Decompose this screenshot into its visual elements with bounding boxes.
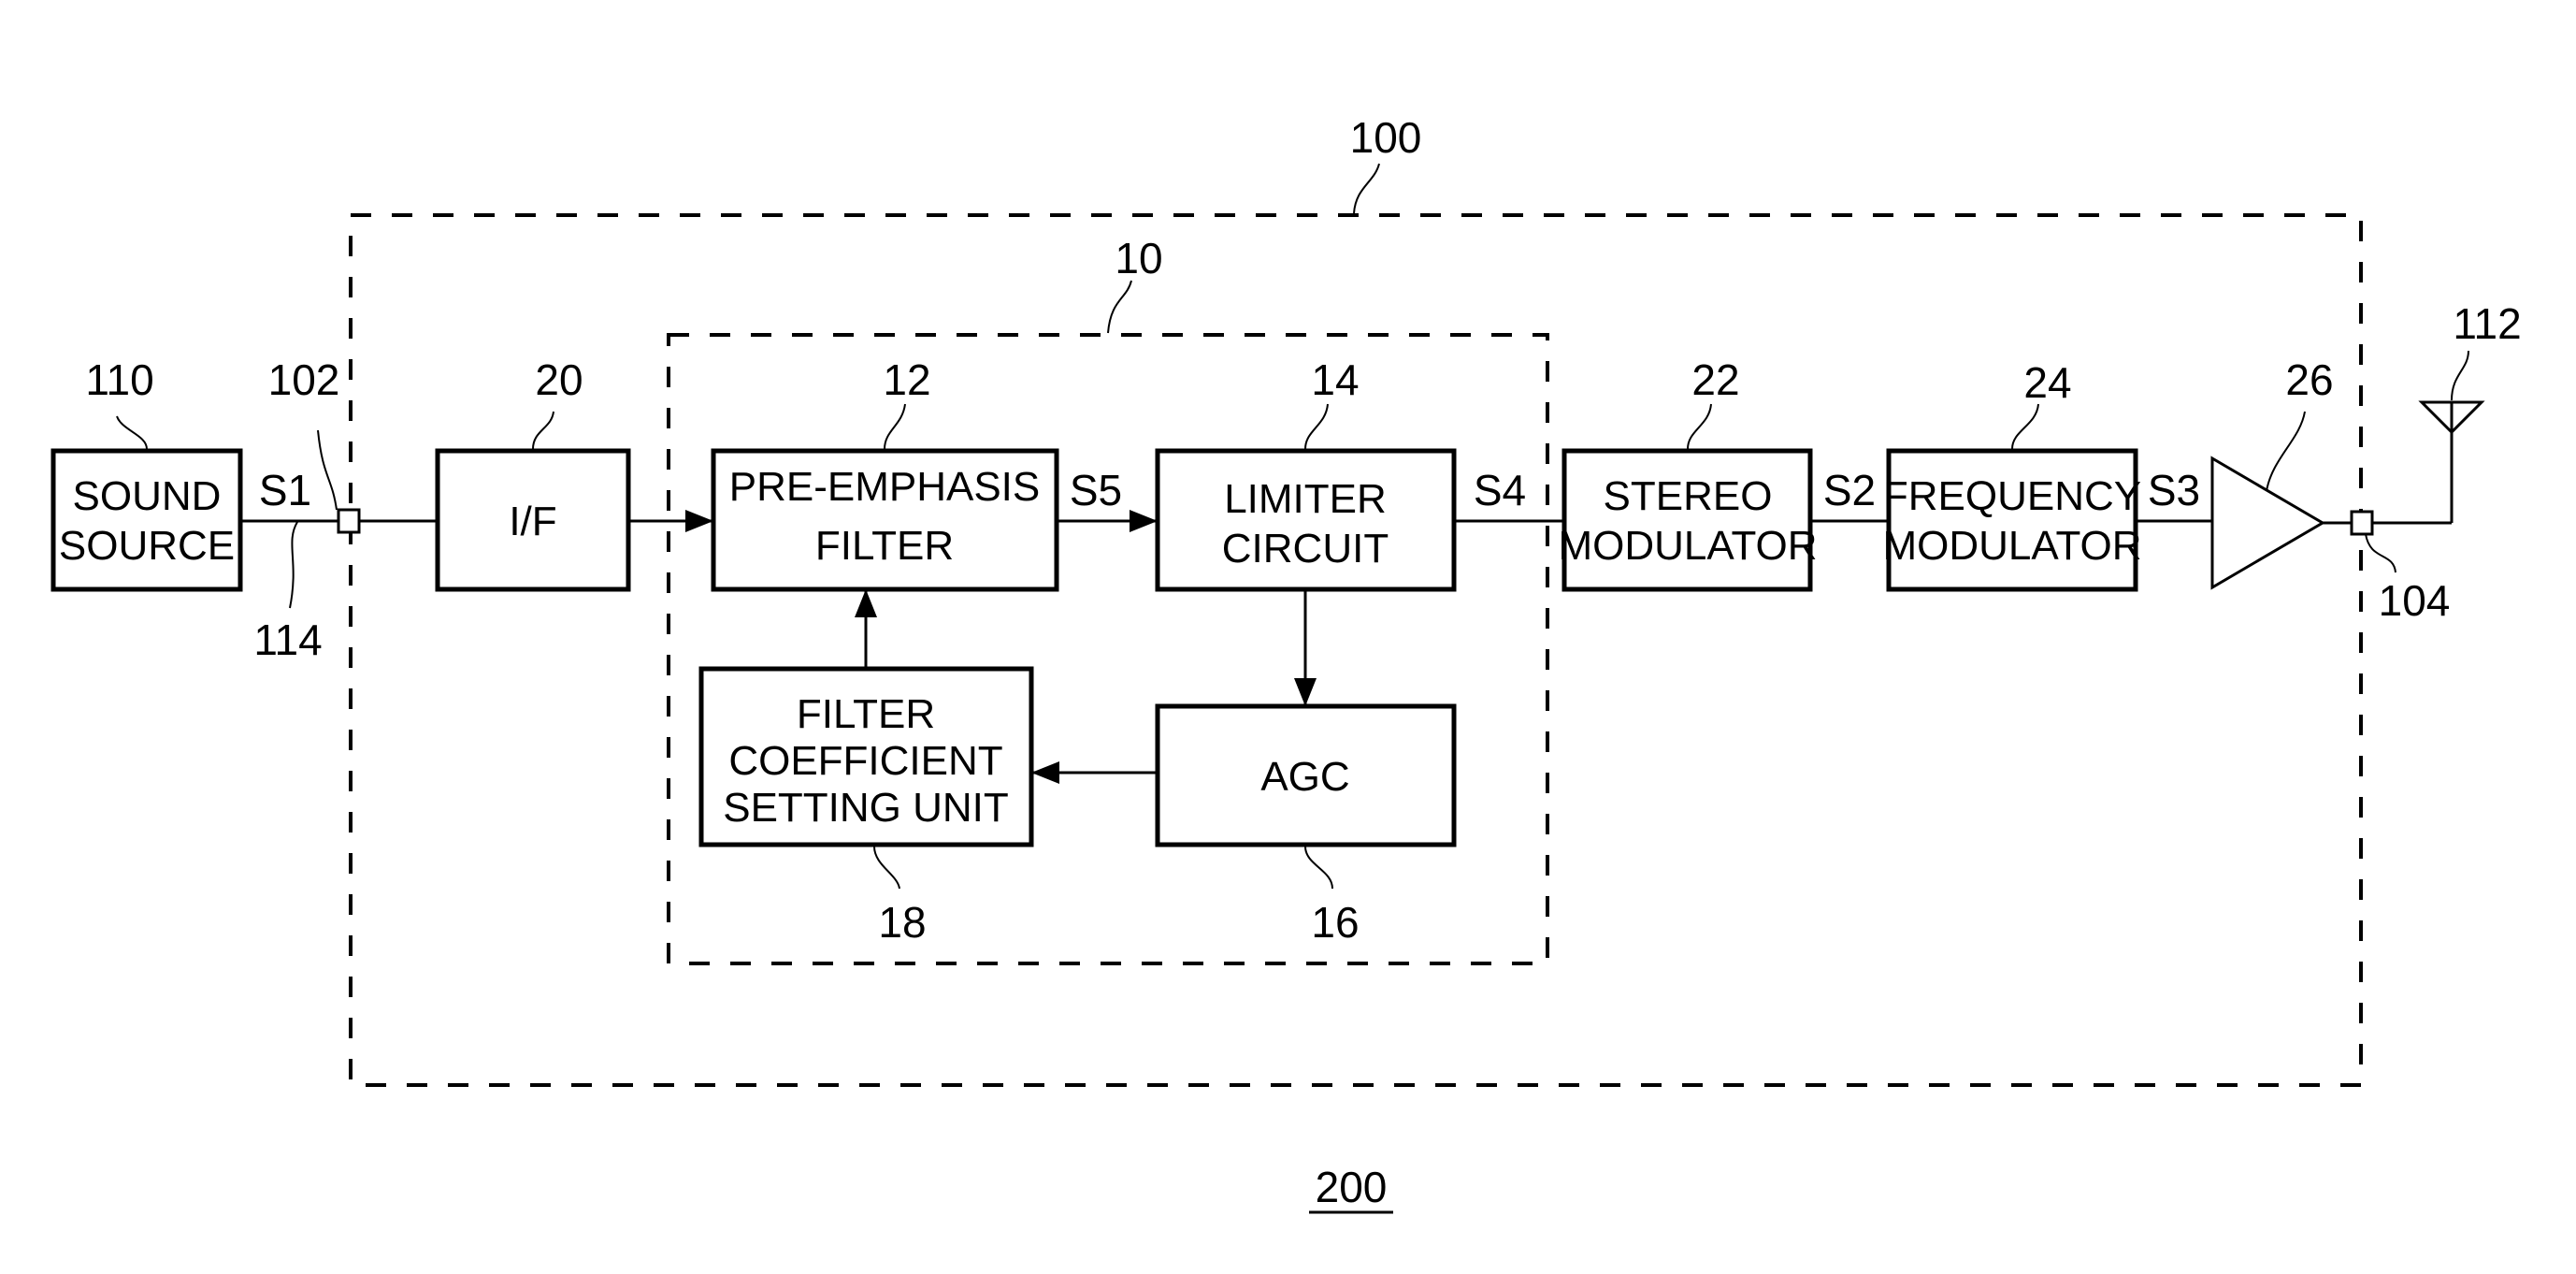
leader-line-22 <box>1687 403 1712 450</box>
signal-label-s1: S1 <box>259 466 311 514</box>
signal-label-s4: S4 <box>1474 466 1526 514</box>
filter-coeff-line-1: FILTER <box>797 691 935 737</box>
stereo-modulator-block: STEREO MODULATOR <box>1558 448 1818 592</box>
leader-line-26 <box>2266 411 2306 492</box>
leader-line-16 <box>1304 846 1333 890</box>
signal-label-s3: S3 <box>2148 466 2200 514</box>
limiter-line-2: CIRCUIT <box>1222 526 1389 572</box>
leader-line-24 <box>2011 403 2039 450</box>
filter-coefficient-setting-unit-block: FILTER COEFFICIENT SETTING UNIT <box>698 666 1034 847</box>
interface-label: I/F <box>509 499 556 544</box>
leader-line-102 <box>317 429 338 511</box>
antenna-icon <box>2418 400 2485 435</box>
leader-line-112 <box>2451 350 2469 401</box>
output-terminal <box>2350 510 2374 536</box>
ref-label-114: 114 <box>253 615 322 664</box>
ref-label-16: 16 <box>1311 898 1359 947</box>
sound-source-line-1: SOUND <box>73 473 222 519</box>
limiter-line-1: LIMITER <box>1224 476 1387 522</box>
frequency-modulator-block: FREQUENCY MODULATOR <box>1882 448 2142 592</box>
frequency-modulator-line-2: MODULATOR <box>1882 523 2141 569</box>
figure-label: 200 <box>1316 1163 1388 1211</box>
ref-label-24: 24 <box>2023 358 2071 407</box>
limiter-group-boundary <box>667 333 1549 965</box>
ref-label-110: 110 <box>85 355 153 404</box>
input-terminal <box>337 508 361 534</box>
sound-source-line-2: SOURCE <box>59 523 235 569</box>
interface-block: I/F <box>435 448 631 592</box>
limiter-circuit-block: LIMITER CIRCUIT <box>1155 448 1457 592</box>
leader-line-10 <box>1107 280 1132 334</box>
leader-line-114 <box>289 521 298 609</box>
ref-label-22: 22 <box>1691 355 1739 404</box>
signal-label-s5: S5 <box>1070 466 1122 514</box>
leader-line-104 <box>2365 533 2396 573</box>
stereo-modulator-line-1: STEREO <box>1604 473 1773 519</box>
signal-label-s2: S2 <box>1823 466 1876 514</box>
block-diagram: 100 10 SOUND SOURCE 110 S1 102 114 I/F 2… <box>50 113 2522 1214</box>
ref-label-18: 18 <box>878 898 926 947</box>
amplifier-triangle-icon <box>2210 456 2325 590</box>
ref-label-112: 112 <box>2453 299 2521 348</box>
agc-label: AGC <box>1260 754 1349 800</box>
leader-line-14 <box>1304 403 1329 450</box>
transmitter-group-boundary <box>349 213 2363 1087</box>
leader-line-20 <box>532 411 554 450</box>
pre-emphasis-filter-block: PRE-EMPHASIS FILTER <box>711 448 1059 592</box>
ref-label-14: 14 <box>1311 355 1359 404</box>
ref-label-100: 100 <box>1350 113 1422 162</box>
leader-line-12 <box>884 403 906 450</box>
stereo-modulator-line-2: MODULATOR <box>1558 523 1817 569</box>
pre-emphasis-line-1: PRE-EMPHASIS <box>729 464 1041 510</box>
ref-label-10: 10 <box>1115 234 1162 282</box>
frequency-modulator-line-1: FREQUENCY <box>1883 473 2141 519</box>
ref-label-104: 104 <box>2379 576 2451 625</box>
ref-label-12: 12 <box>883 355 930 404</box>
ref-label-102: 102 <box>268 355 340 404</box>
ref-label-20: 20 <box>535 355 583 404</box>
leader-line-110 <box>116 415 148 450</box>
agc-block: AGC <box>1155 703 1457 847</box>
pre-emphasis-line-2: FILTER <box>815 523 954 569</box>
filter-coeff-line-3: SETTING UNIT <box>723 785 1009 831</box>
leader-line-18 <box>873 846 900 890</box>
leader-line-100 <box>1353 163 1380 214</box>
sound-source-block: SOUND SOURCE <box>50 448 243 592</box>
filter-coeff-line-2: COEFFICIENT <box>728 738 1002 784</box>
ref-label-26: 26 <box>2285 355 2333 404</box>
